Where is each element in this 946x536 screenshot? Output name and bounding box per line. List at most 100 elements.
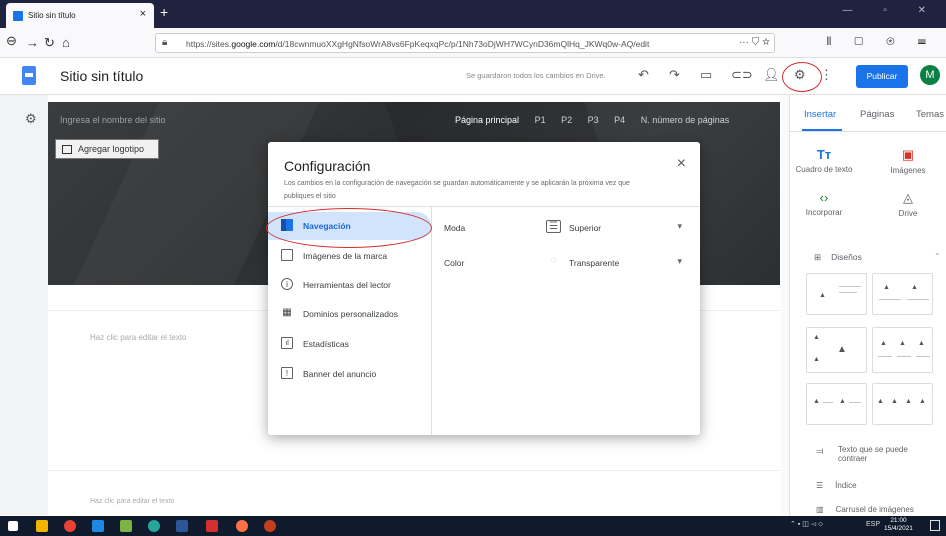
chevron-down-icon[interactable]: ▾	[677, 256, 682, 267]
setting-color-value[interactable]: Transparente	[569, 258, 619, 268]
setting-mode-value[interactable]: Superior	[569, 223, 601, 233]
powerpoint-icon[interactable]	[264, 520, 276, 532]
annotation-circle-settings	[782, 62, 822, 92]
analytics-icon: ıl	[281, 337, 293, 349]
preview-icon[interactable]: ▭	[700, 67, 712, 83]
setting-color-row[interactable]: Color ◌ Transparente ▾	[444, 253, 692, 273]
setting-mode-row[interactable]: Moda ☰ Superior ▾	[444, 218, 692, 238]
page-actions[interactable]: ··· ⛉ ☆	[739, 37, 770, 48]
url-bar[interactable]: 🔒︎ https://sites.google.com/d/18cwnmuoXX…	[155, 33, 775, 53]
browser-tab[interactable]: Sitio sin título ×	[6, 3, 154, 28]
tab-insertar[interactable]: Insertar	[804, 109, 836, 120]
insert-drive[interactable]: ◬ Drive	[878, 190, 938, 218]
windows-taskbar: ⌃ ▪ ◫ ◅ ⬦ ESP 21:00 15/4/2021	[0, 516, 946, 536]
nav-page-p4[interactable]: P4	[614, 115, 625, 125]
redo-icon[interactable]: ↷	[669, 67, 680, 83]
layouts-icon: ⊞	[814, 252, 822, 262]
sites-logo-icon[interactable]	[22, 66, 36, 85]
insert-table-of-contents[interactable]: ☰ Índice	[816, 481, 857, 490]
app-icon[interactable]	[120, 520, 132, 532]
lock-icon: 🔒︎	[162, 37, 168, 48]
share-icon[interactable]: 👤︎	[763, 67, 780, 83]
edge-icon[interactable]	[92, 520, 104, 532]
back-icon[interactable]: ⊖	[6, 33, 17, 49]
layout-option-2[interactable]: ▲ ▲	[872, 273, 933, 315]
nav-page-p1[interactable]: P1	[535, 115, 546, 125]
chevron-down-icon[interactable]: ▾	[677, 221, 682, 232]
brand-images-icon	[281, 249, 293, 261]
dialog-title: Configuración	[284, 158, 371, 174]
transparent-icon: ◌	[550, 255, 557, 266]
image-placeholder-icon: ▲	[891, 398, 898, 405]
toolbar-icons[interactable]: ⫴ ▢ ⊛ ☰	[827, 36, 936, 49]
body-text-2[interactable]: Haz clic para editar el texto	[90, 498, 174, 505]
acrobat-icon[interactable]	[206, 520, 218, 532]
nav-page-p3[interactable]: P3	[588, 115, 599, 125]
menu-item-analytics[interactable]: ıl Estadísticas	[268, 330, 431, 358]
page-navigation[interactable]: Página principal P1 P2 P3 P4 N. número d…	[455, 115, 742, 125]
word-icon[interactable]	[176, 520, 188, 532]
image-placeholder-icon: ▲	[813, 398, 820, 405]
clock[interactable]: 21:00 15/4/2021	[884, 517, 913, 533]
layout-option-1[interactable]: ▲	[806, 273, 867, 315]
insert-text-box[interactable]: Tт Cuadro de texto	[794, 147, 854, 174]
collapse-chevron-icon[interactable]: ⌃	[934, 252, 941, 261]
layout-option-6[interactable]: ▲ ▲ ▲ ▲	[872, 383, 933, 425]
tab-paginas[interactable]: Páginas	[860, 109, 894, 120]
site-title[interactable]: Sitio sin título	[60, 68, 143, 84]
text-section-2[interactable]	[48, 470, 780, 516]
chrome-icon[interactable]	[64, 520, 76, 532]
canvas-scrollbar[interactable]	[781, 95, 789, 515]
insert-panel: Insertar Páginas Temas Tт Cuadro de text…	[789, 95, 946, 516]
forward-icon[interactable]: →	[26, 35, 39, 50]
layout-option-5[interactable]: ▲ ▲	[806, 383, 867, 425]
publish-button[interactable]: Publicar	[856, 65, 908, 88]
nav-page-p2[interactable]: P2	[561, 115, 572, 125]
system-tray-icons[interactable]: ⌃ ▪ ◫ ◅ ⬦	[790, 520, 823, 529]
window-controls[interactable]: — ▫ ✕	[843, 5, 940, 16]
tab-temas[interactable]: Temas	[916, 109, 944, 120]
notifications-icon[interactable]	[930, 520, 940, 531]
carousel-icon: ▥	[816, 505, 824, 514]
menu-item-custom-domains[interactable]: ▦ Dominios personalizados	[268, 300, 431, 328]
close-tab-icon[interactable]: ×	[140, 8, 146, 20]
layout-option-3[interactable]: ▲ ▲ ▲	[806, 327, 867, 373]
reload-icon[interactable]: ↻	[44, 35, 55, 51]
insert-images[interactable]: ▣ Imágenes	[878, 147, 938, 175]
link-icon[interactable]: ⊂⊃	[731, 67, 753, 83]
insert-embed[interactable]: ‹› Incorporar	[794, 190, 854, 217]
browser-tab-title: Sitio sin título	[28, 11, 76, 20]
insert-image-carousel[interactable]: ▥ Carrusel de imágenes	[816, 505, 914, 514]
body-text-1[interactable]: Haz clic para editar el texto	[90, 333, 187, 342]
new-tab-button[interactable]: +	[160, 4, 168, 20]
image-placeholder-icon: ▲	[837, 344, 847, 355]
site-name-input[interactable]: Ingresa el nombre del sitio	[60, 115, 166, 125]
nav-page-count[interactable]: N. número de páginas	[641, 115, 730, 125]
avatar[interactable]: M	[920, 65, 940, 85]
banner-icon: !	[281, 367, 293, 379]
layout-option-4[interactable]: ▲ ▲ ▲	[872, 327, 933, 373]
left-gutter	[0, 95, 48, 515]
undo-icon[interactable]: ↶	[638, 67, 649, 83]
url-text: https://sites.google.com/d/18cwnmuoXXgHg…	[186, 39, 650, 49]
app-icon[interactable]	[148, 520, 160, 532]
image-placeholder-icon: ▲	[813, 356, 820, 363]
home-icon[interactable]: ⌂	[62, 35, 70, 50]
windows-start-icon[interactable]	[8, 521, 18, 531]
nav-page-home[interactable]: Página principal	[455, 115, 519, 125]
menu-item-reader-tools[interactable]: i Herramientas del lector	[268, 271, 431, 299]
info-icon: i	[281, 278, 293, 290]
language-indicator[interactable]: ESP	[866, 521, 880, 528]
layouts-header[interactable]: ⊞ Diseños	[814, 252, 862, 263]
image-placeholder-icon: ▲	[877, 398, 884, 405]
image-placeholder-icon: ▲	[839, 398, 846, 405]
domain-icon: ▦	[282, 307, 292, 318]
add-logo-button[interactable]: Agregar logotipo	[55, 139, 159, 159]
browser-nav-bar: ⊖ → ↻ ⌂ 🔒︎ https://sites.google.com/d/18…	[0, 28, 946, 58]
saved-status: Se guardaron todos los cambios en Drive.	[466, 71, 606, 80]
theme-settings-icon[interactable]: ⚙	[25, 111, 37, 127]
menu-item-announcement-banner[interactable]: ! Banner del anuncio	[268, 360, 431, 388]
close-icon[interactable]: ×	[677, 155, 686, 173]
file-explorer-icon[interactable]	[36, 520, 48, 532]
firefox-icon[interactable]	[236, 520, 248, 532]
